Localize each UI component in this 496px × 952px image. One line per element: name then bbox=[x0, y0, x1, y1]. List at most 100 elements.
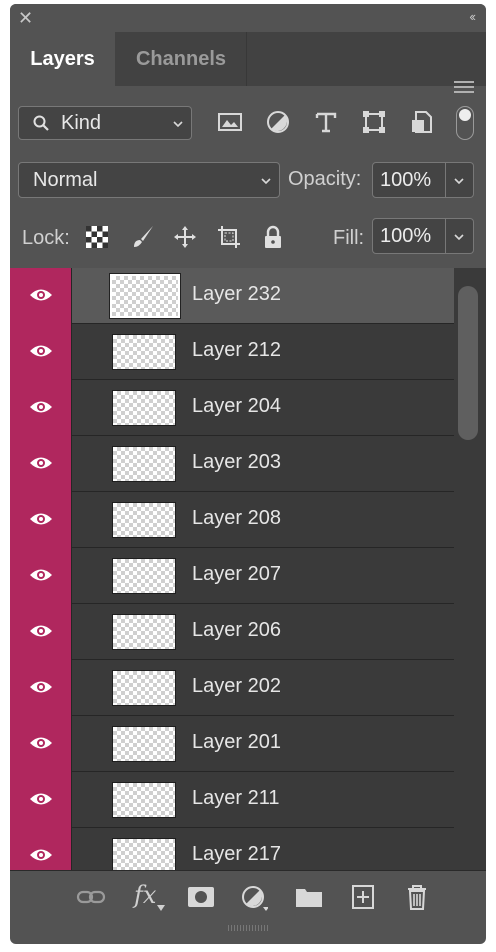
search-icon bbox=[33, 115, 49, 131]
layer-row[interactable]: Layer 204 bbox=[10, 380, 454, 436]
shape-filter-icon[interactable] bbox=[360, 108, 388, 136]
layer-row[interactable]: Layer 211 bbox=[10, 772, 454, 828]
visibility-toggle[interactable] bbox=[10, 324, 72, 380]
fill-dropdown-button[interactable] bbox=[446, 218, 474, 254]
layer-thumbnail[interactable] bbox=[112, 782, 176, 818]
visibility-toggle[interactable] bbox=[10, 604, 72, 660]
lock-artboard-icon[interactable] bbox=[216, 224, 242, 250]
layer-name[interactable]: Layer 217 bbox=[192, 843, 281, 866]
panel-footer: fx bbox=[10, 870, 486, 923]
layer-row[interactable]: Layer 208 bbox=[10, 492, 454, 548]
layer-name[interactable]: Layer 204 bbox=[192, 395, 281, 418]
eye-icon bbox=[30, 569, 52, 581]
eye-icon bbox=[30, 625, 52, 637]
lock-transparent-pixels-icon[interactable] bbox=[84, 224, 110, 250]
layer-thumbnail[interactable] bbox=[112, 558, 176, 594]
lock-position-icon[interactable] bbox=[172, 224, 198, 250]
layer-name[interactable]: Layer 202 bbox=[192, 675, 281, 698]
visibility-toggle[interactable] bbox=[10, 268, 72, 324]
visibility-toggle[interactable] bbox=[10, 436, 72, 492]
layer-thumbnail[interactable] bbox=[109, 273, 181, 319]
smart-object-filter-icon[interactable] bbox=[408, 108, 436, 136]
layer-row[interactable]: Layer 206 bbox=[10, 604, 454, 660]
eye-icon bbox=[30, 849, 52, 861]
layer-thumbnail[interactable] bbox=[112, 726, 176, 762]
opacity-value: 100% bbox=[380, 169, 432, 191]
layer-thumbnail[interactable] bbox=[112, 390, 176, 426]
chevron-down-icon bbox=[454, 234, 464, 241]
fill-value: 100% bbox=[380, 225, 432, 247]
opacity-field[interactable]: 100% bbox=[372, 162, 446, 198]
layer-thumbnail[interactable] bbox=[112, 446, 176, 482]
opacity-label: Opacity: bbox=[288, 168, 362, 190]
layers-panel: ✕ ‹‹ Layers Channels Kind Normal Opacity… bbox=[10, 4, 486, 944]
visibility-toggle[interactable] bbox=[10, 716, 72, 772]
lock-all-icon[interactable] bbox=[260, 224, 286, 250]
eye-icon bbox=[30, 681, 52, 693]
layer-name[interactable]: Layer 207 bbox=[192, 563, 281, 586]
layers-list: Layer 232 Layer 212 Layer 204 Layer 203 Laye… bbox=[10, 268, 486, 870]
layer-row[interactable]: Layer 203 bbox=[10, 436, 454, 492]
eye-icon bbox=[30, 401, 52, 413]
panel-titlebar: ✕ ‹‹ bbox=[10, 4, 486, 32]
layer-thumbnail[interactable] bbox=[112, 614, 176, 650]
filter-kind-select[interactable]: Kind bbox=[18, 106, 192, 140]
layer-row[interactable]: Layer 212 bbox=[10, 324, 454, 380]
visibility-toggle[interactable] bbox=[10, 548, 72, 604]
tab-channels[interactable]: Channels bbox=[116, 32, 247, 86]
chevron-down-icon bbox=[173, 121, 183, 128]
filter-toggle[interactable] bbox=[456, 106, 474, 140]
layer-thumbnail[interactable] bbox=[112, 670, 176, 706]
trash-icon[interactable] bbox=[402, 883, 432, 911]
panel-menu-icon[interactable] bbox=[454, 81, 474, 95]
layer-thumbnail[interactable] bbox=[112, 502, 176, 538]
fill-label: Fill: bbox=[333, 227, 365, 249]
filter-kind-label: Kind bbox=[61, 112, 102, 134]
layer-name[interactable]: Layer 203 bbox=[192, 451, 281, 474]
layer-row[interactable]: Layer 207 bbox=[10, 548, 454, 604]
eye-icon bbox=[30, 737, 52, 749]
fill-field[interactable]: 100% bbox=[372, 218, 446, 254]
layer-name[interactable]: Layer 208 bbox=[192, 507, 281, 530]
layer-thumbnail[interactable] bbox=[112, 838, 176, 870]
group-folder-icon[interactable] bbox=[294, 883, 324, 911]
close-panel-icon[interactable]: ✕ bbox=[18, 8, 33, 29]
tab-layers[interactable]: Layers bbox=[10, 32, 115, 86]
visibility-toggle[interactable] bbox=[10, 492, 72, 548]
new-layer-icon[interactable] bbox=[348, 883, 378, 911]
eye-icon bbox=[30, 289, 52, 301]
blend-mode-select[interactable]: Normal bbox=[18, 162, 280, 198]
visibility-toggle[interactable] bbox=[10, 660, 72, 716]
visibility-toggle[interactable] bbox=[10, 828, 72, 870]
adjustment-layer-icon[interactable] bbox=[238, 883, 268, 911]
layer-name[interactable]: Layer 212 bbox=[192, 339, 281, 362]
link-layers-icon[interactable] bbox=[76, 883, 106, 911]
layer-name[interactable]: Layer 201 bbox=[192, 731, 281, 754]
eye-icon bbox=[30, 345, 52, 357]
layer-mask-icon[interactable] bbox=[186, 883, 216, 911]
scrollbar-thumb[interactable] bbox=[458, 286, 478, 440]
layer-name[interactable]: Layer 232 bbox=[192, 283, 281, 306]
adjustment-filter-icon[interactable] bbox=[264, 108, 292, 136]
image-filter-icon[interactable] bbox=[216, 108, 244, 136]
opacity-dropdown-button[interactable] bbox=[446, 162, 474, 198]
panel-resize-grip[interactable] bbox=[10, 922, 486, 932]
lock-image-pixels-icon[interactable] bbox=[130, 224, 156, 250]
visibility-toggle[interactable] bbox=[10, 380, 72, 436]
layer-thumbnail[interactable] bbox=[112, 334, 176, 370]
layer-row[interactable]: Layer 202 bbox=[10, 660, 454, 716]
fx-icon[interactable]: fx bbox=[134, 881, 156, 909]
lock-label: Lock: bbox=[22, 227, 70, 249]
collapse-panel-icon[interactable]: ‹‹ bbox=[469, 9, 476, 24]
layer-name[interactable]: Layer 206 bbox=[192, 619, 281, 642]
layer-name[interactable]: Layer 211 bbox=[192, 787, 279, 810]
layer-row[interactable]: Layer 217 bbox=[10, 828, 454, 870]
type-filter-icon[interactable] bbox=[312, 108, 340, 136]
layer-row[interactable]: Layer 232 bbox=[10, 268, 454, 324]
layer-row[interactable]: Layer 201 bbox=[10, 716, 454, 772]
visibility-toggle[interactable] bbox=[10, 772, 72, 828]
panel-tabs: Layers Channels bbox=[10, 32, 486, 93]
fx-menu-triangle-icon bbox=[157, 905, 165, 911]
blend-mode-value: Normal bbox=[33, 169, 98, 191]
eye-icon bbox=[30, 513, 52, 525]
